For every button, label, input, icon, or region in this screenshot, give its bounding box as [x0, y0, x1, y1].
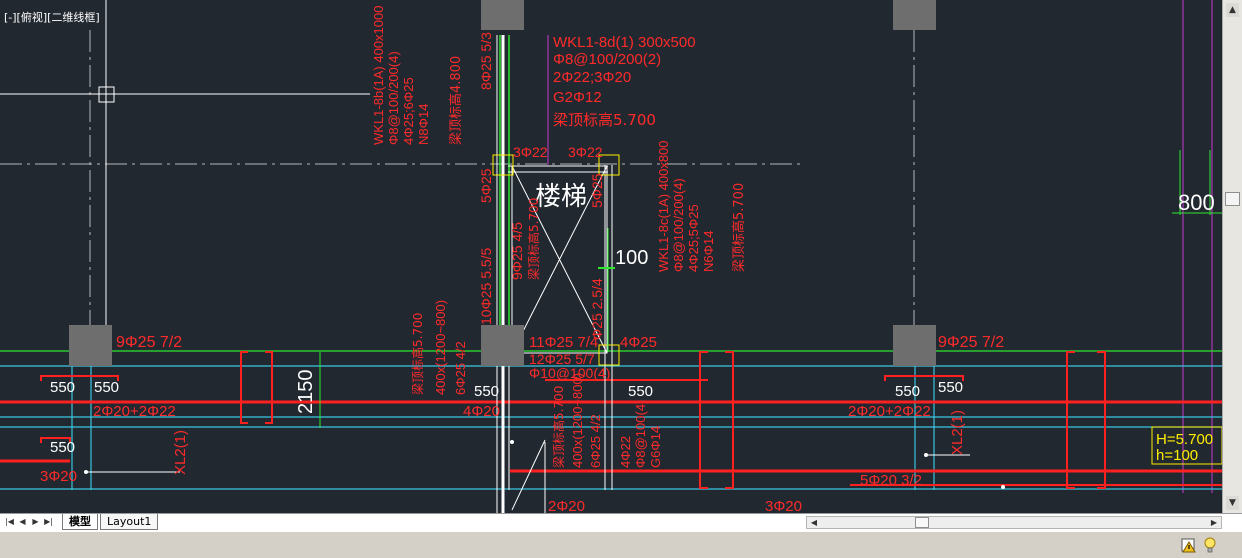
beam-annotation: 梁顶标高5.700	[553, 111, 656, 129]
leader-dot	[84, 470, 88, 474]
rebar-annotation: 5Φ20 3/2	[860, 472, 922, 489]
rebar-annotation: 2Φ20	[548, 498, 585, 513]
beam-annotation: 6Φ25 4/2	[588, 414, 603, 468]
beam-annotation: 4Φ25;5Φ25	[686, 204, 701, 272]
rebar-annotation: 4Φ25	[620, 334, 657, 351]
beam-annotation: WKL1-8d(1) 300x500	[553, 34, 696, 51]
dim-2150-label: 2150	[295, 370, 317, 415]
horizontal-scroll-thumb[interactable]	[915, 517, 929, 528]
last-tab-icon[interactable]: ▶|	[43, 516, 54, 528]
rebar-annotation: 11Φ25 7/4	[529, 334, 598, 351]
dim-550: 550	[50, 439, 75, 456]
dim-550: 550	[474, 383, 499, 400]
beam-annotation: 4Φ25;6Φ25	[401, 77, 416, 145]
leader-dot	[1001, 485, 1005, 489]
drawing-status-icon[interactable]	[1180, 536, 1198, 554]
dim-100-label: 100	[615, 247, 648, 269]
beam-annotation: Φ8@100/200(4)	[386, 51, 401, 145]
rebar-bracket	[699, 351, 708, 489]
rebar-bracket	[265, 351, 273, 424]
beam-annotation: WKL1-8b(1A) 400x1000	[371, 6, 386, 145]
rebar-annotation: 5Φ25	[589, 173, 605, 208]
yellow-node	[598, 344, 620, 366]
vertical-scroll-thumb[interactable]	[1225, 192, 1240, 206]
rebar-annotation: 9Φ25 4/5	[509, 222, 525, 280]
beam-annotation: 梁顶标高5.700	[410, 313, 425, 395]
beam-annotation: Φ8@100/200(4)	[671, 178, 686, 272]
lightbulb-icon[interactable]	[1201, 536, 1219, 554]
vertical-scrollbar[interactable]: ▲ ▼	[1222, 0, 1242, 513]
status-bar	[0, 531, 1242, 558]
rebar-bracket	[240, 351, 248, 424]
dim-550: 550	[94, 379, 119, 396]
beam-annotation: 4Φ22	[618, 436, 633, 468]
scroll-right-arrow-icon[interactable]: ▶	[1208, 517, 1220, 528]
dim-550: 550	[895, 383, 920, 400]
beam-annotation: N8Φ14	[416, 104, 431, 145]
viewport-view-label[interactable]: [-][俯视][二维线框]	[4, 9, 100, 25]
next-tab-icon[interactable]: ▶	[30, 516, 41, 528]
beam-annotation: 梁顶标高5.700	[551, 386, 566, 468]
beam-annotation: WKL1-8c(1A) 400x800	[656, 140, 671, 272]
cad-drawing[interactable]: 800 楼梯 2150 100 H=5.700 h=100 WKL1-8d(1)…	[0, 0, 1222, 513]
tab-layout1[interactable]: Layout1	[100, 514, 159, 530]
tab-model[interactable]: 模型	[62, 514, 98, 530]
elevation-lower: h=100	[1156, 447, 1198, 464]
beam-annotation: 梁顶标高5.700	[731, 183, 747, 272]
rebar-annotation: 9Φ25 7/2	[116, 334, 182, 351]
leader-dot	[924, 453, 928, 457]
column	[893, 0, 936, 30]
beam-annotation: N6Φ14	[701, 231, 716, 272]
beam-annotation: Φ8@100/200(2)	[553, 51, 661, 68]
stair-label: 楼梯	[535, 182, 587, 212]
column	[481, 325, 524, 366]
leader-line	[511, 439, 546, 511]
scroll-down-arrow-icon[interactable]: ▼	[1226, 496, 1239, 510]
rebar-annotation: 3Φ22	[568, 144, 603, 160]
rebar-annotation: 5Φ25	[478, 168, 494, 203]
beam-annotation: 梁顶标高4.800	[448, 56, 464, 145]
beam-annotation: 400x(1200~800)	[433, 300, 448, 395]
prev-tab-icon[interactable]: ◀	[17, 516, 28, 528]
leader-dot	[510, 440, 514, 444]
beam-annotation: G2Φ12	[553, 89, 602, 106]
rebar-annotation: 10Φ25 5.5/5	[478, 247, 494, 325]
model-viewport[interactable]: [-][俯视][二维线框] 800 楼梯 2150 100 H=5.700 h=…	[0, 0, 1222, 513]
rebar-annotation: 2Φ20+2Φ22	[848, 403, 931, 420]
rebar-annotation: 9Φ25 7/2	[938, 334, 1004, 351]
dim-800-label: 800	[1178, 190, 1215, 215]
dim-550: 550	[50, 379, 75, 396]
rebar-annotation: 8Φ25 5/3	[478, 32, 494, 90]
layout-tab-bar: |◀ ◀ ▶ ▶| 模型 Layout1 ◀ ▶	[0, 513, 1242, 531]
beam-annotation: Φ8@100(4)	[633, 400, 648, 468]
rebar-bracket	[725, 351, 734, 489]
beam-annotation: XL2(1)	[172, 430, 189, 475]
beam-annotation: 400x(1200~800)	[570, 373, 585, 468]
scroll-up-arrow-icon[interactable]: ▲	[1226, 3, 1239, 17]
horizontal-scrollbar[interactable]: ◀ ▶	[806, 516, 1222, 529]
beam-annotation: G6Φ14	[648, 426, 663, 468]
rebar-annotation: 梁顶标高5.700	[526, 198, 541, 280]
rebar-bracket	[1097, 351, 1106, 489]
rebar-bracket	[1066, 351, 1075, 489]
elevation-upper: H=5.700	[1156, 431, 1213, 448]
rebar-annotation: 3Φ20	[40, 468, 77, 485]
beam-annotation: 2Φ22;3Φ20	[553, 69, 631, 86]
rebar-annotation: 3Φ22	[513, 144, 548, 160]
dim-550: 550	[628, 383, 653, 400]
beam-annotation: XL2(1)	[949, 410, 966, 455]
rebar-annotation: Φ25 2.5/4	[589, 278, 605, 340]
column	[69, 325, 112, 366]
scroll-left-arrow-icon[interactable]: ◀	[808, 517, 820, 528]
column	[893, 325, 936, 366]
first-tab-icon[interactable]: |◀	[4, 516, 15, 528]
rebar-annotation: 3Φ20	[765, 498, 802, 513]
dim-550: 550	[938, 379, 963, 396]
column	[481, 0, 524, 30]
rebar-annotation: 4Φ20	[463, 403, 500, 420]
rebar-annotation: 2Φ20+2Φ22	[93, 403, 176, 420]
beam-annotation: 6Φ25 4/2	[453, 341, 468, 395]
